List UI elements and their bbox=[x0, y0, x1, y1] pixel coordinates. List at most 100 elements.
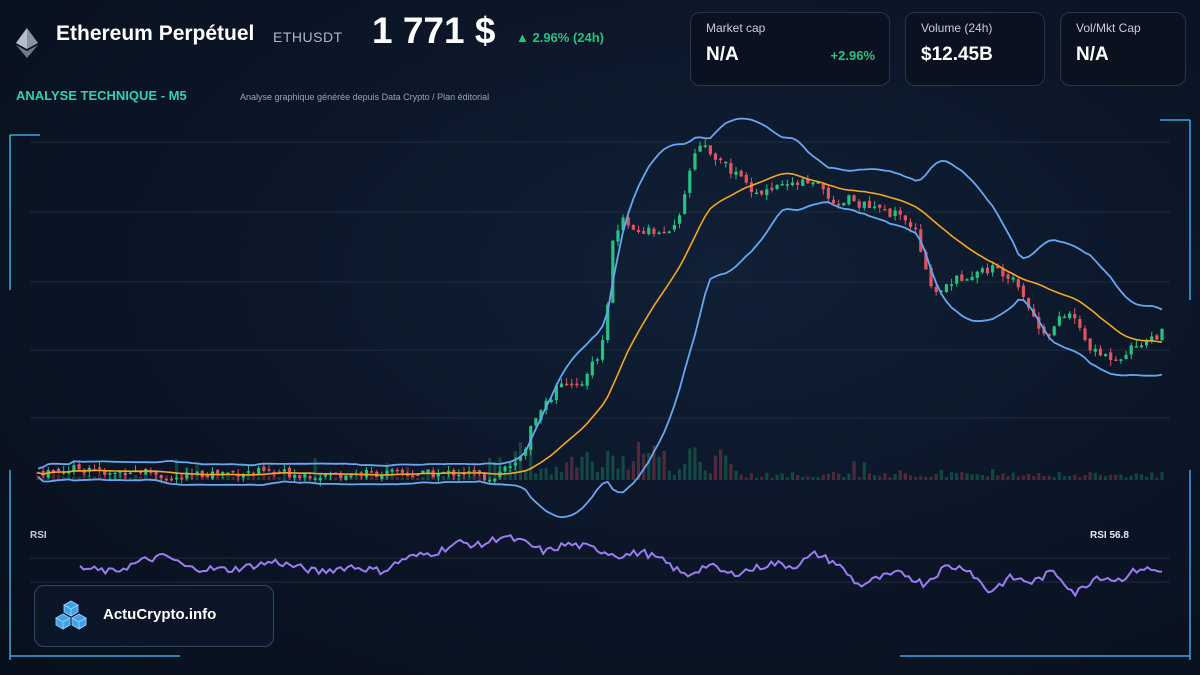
volume-bar bbox=[56, 474, 61, 480]
volume-bar bbox=[683, 463, 687, 480]
candlesticks bbox=[36, 139, 1164, 487]
candle-body bbox=[513, 462, 517, 466]
candle-body bbox=[97, 467, 102, 469]
volume-bar bbox=[1145, 476, 1149, 480]
volume-bar bbox=[914, 477, 918, 480]
candle-body bbox=[698, 145, 702, 152]
volume-bar bbox=[570, 456, 574, 480]
volume-bar bbox=[600, 467, 605, 480]
volume-bar bbox=[1037, 473, 1041, 480]
chart-caption: Analyse graphique générée depuis Data Cr… bbox=[240, 92, 490, 102]
volume-bar bbox=[893, 474, 897, 480]
volume-bar bbox=[903, 473, 907, 480]
candle-body bbox=[708, 145, 712, 155]
volume-bar bbox=[370, 475, 374, 480]
volume-bar bbox=[883, 473, 887, 480]
candle-body bbox=[231, 470, 235, 473]
candle-body bbox=[1119, 359, 1123, 361]
volume-bar bbox=[688, 448, 692, 480]
volume-bar bbox=[1057, 472, 1061, 480]
volume-bar bbox=[965, 473, 969, 480]
candle-body bbox=[872, 206, 877, 208]
candle-body bbox=[1052, 326, 1056, 336]
volume-bar bbox=[662, 450, 666, 480]
candle-body bbox=[949, 284, 954, 286]
candle-body bbox=[416, 474, 420, 477]
candle-body bbox=[770, 187, 774, 190]
volume-bar bbox=[888, 477, 892, 480]
candle-body bbox=[944, 284, 949, 292]
volume-bar bbox=[713, 455, 718, 480]
candle-body bbox=[1073, 314, 1077, 319]
candle-body bbox=[216, 470, 220, 474]
volume-bar bbox=[760, 476, 764, 480]
volume-bar bbox=[698, 461, 702, 480]
candle-body bbox=[914, 227, 918, 230]
candle-body bbox=[411, 475, 415, 478]
candle-body bbox=[857, 201, 861, 208]
volume-bar bbox=[477, 475, 481, 480]
stacked-cubes-icon bbox=[55, 600, 87, 630]
market-cap-label: Market cap bbox=[706, 21, 766, 35]
candle-body bbox=[344, 475, 348, 480]
volume-bar bbox=[1124, 477, 1128, 480]
candle-body bbox=[390, 469, 394, 472]
candle-body bbox=[893, 210, 897, 217]
volume-bar bbox=[749, 473, 754, 480]
candle-body bbox=[169, 478, 174, 481]
volume-bar bbox=[216, 475, 220, 480]
volume-bar bbox=[1088, 472, 1092, 480]
volume-value: $12.45B bbox=[921, 44, 993, 65]
candle-body bbox=[852, 195, 856, 202]
volume-bar bbox=[267, 475, 271, 480]
volume-bar bbox=[991, 469, 995, 480]
candle-body bbox=[811, 182, 815, 185]
candle-body bbox=[744, 174, 748, 183]
candle-body bbox=[688, 170, 692, 193]
volume-bar bbox=[1052, 477, 1056, 480]
volume-bar bbox=[1150, 472, 1154, 480]
volume-bar bbox=[955, 473, 959, 480]
candle-body bbox=[1083, 328, 1087, 341]
volume-bar bbox=[708, 473, 712, 480]
volume-bar bbox=[1062, 476, 1067, 480]
rsi-value: RSI 56.8 bbox=[1090, 530, 1129, 541]
price-change-24h: ▲ 2.96% (24h) bbox=[516, 30, 605, 45]
candle-body bbox=[493, 478, 497, 482]
candle-body bbox=[559, 383, 564, 388]
candle-body bbox=[636, 229, 641, 232]
candle-body bbox=[657, 232, 661, 234]
section-title: ANALYSE TECHNIQUE - M5 bbox=[16, 88, 187, 103]
brand-badge[interactable]: ActuCrypto.info bbox=[34, 585, 274, 647]
volume-bar bbox=[1026, 474, 1031, 480]
candle-body bbox=[308, 476, 312, 479]
volume-bar bbox=[1032, 475, 1036, 480]
volume-bar bbox=[503, 474, 507, 480]
volume-bar bbox=[575, 467, 579, 480]
volume-bar bbox=[554, 466, 558, 480]
volume-bar bbox=[611, 455, 615, 480]
volume-bar bbox=[924, 476, 928, 480]
volume-bar bbox=[1011, 472, 1015, 480]
candle-body bbox=[534, 418, 538, 426]
volume-bar bbox=[898, 470, 902, 480]
candle-body bbox=[349, 475, 353, 477]
candle-body bbox=[457, 474, 461, 477]
volume-label: Volume (24h) bbox=[921, 21, 993, 35]
volume-bar bbox=[944, 477, 949, 480]
candle-body bbox=[1098, 348, 1103, 356]
volume-bar bbox=[996, 475, 1000, 480]
candle-body bbox=[298, 475, 302, 478]
volume-bar bbox=[980, 475, 984, 480]
volume-bar bbox=[1042, 475, 1046, 480]
volume-bar bbox=[1119, 474, 1123, 480]
candle-body bbox=[267, 469, 271, 471]
candle-body bbox=[1021, 285, 1026, 297]
candle-body bbox=[585, 373, 589, 386]
candle-body bbox=[1078, 319, 1082, 328]
candle-body bbox=[724, 161, 728, 164]
candle-body bbox=[729, 163, 733, 174]
candle-body bbox=[246, 471, 251, 473]
candle-body bbox=[883, 209, 887, 211]
volume-bar bbox=[441, 476, 446, 480]
